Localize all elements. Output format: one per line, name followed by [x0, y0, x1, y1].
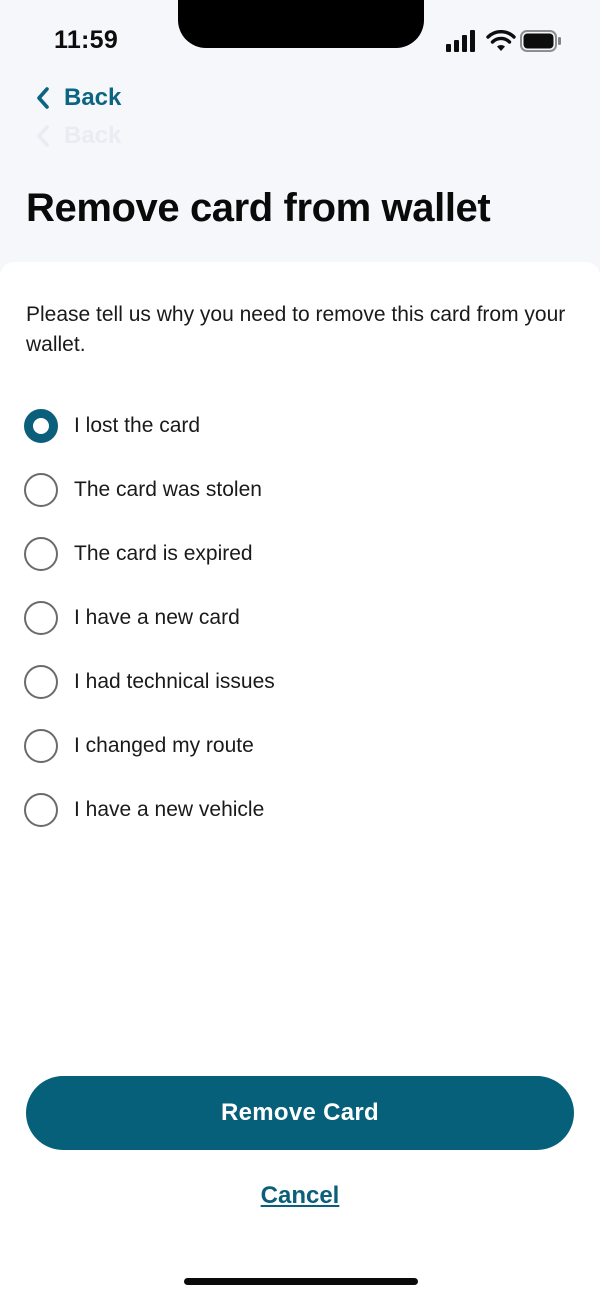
back-ghost-label: Back: [64, 122, 122, 149]
radio-button[interactable]: [24, 601, 58, 635]
back-button-ghost: Back: [36, 118, 121, 154]
cellular-signal-icon: [446, 30, 475, 52]
page-title: Remove card from wallet: [26, 186, 491, 230]
reason-option-label: I have a new vehicle: [74, 798, 265, 821]
radio-button[interactable]: [24, 793, 58, 827]
reason-option-label: I have a new card: [74, 606, 240, 629]
remove-card-button[interactable]: Remove Card: [26, 1076, 574, 1150]
home-indicator: [184, 1278, 418, 1285]
device-notch: [178, 0, 424, 48]
cancel-link[interactable]: Cancel: [0, 1182, 600, 1210]
content-panel: Please tell us why you need to remove th…: [0, 262, 600, 1299]
reason-option-new-card[interactable]: I have a new card: [24, 586, 574, 650]
status-time: 11:59: [54, 26, 119, 54]
reason-option-changed-route[interactable]: I changed my route: [24, 714, 574, 778]
radio-button[interactable]: [24, 729, 58, 763]
reason-option-expired[interactable]: The card is expired: [24, 522, 574, 586]
reason-option-label: The card was stolen: [74, 478, 262, 501]
radio-button[interactable]: [24, 537, 58, 571]
radio-button-selected[interactable]: [24, 409, 58, 443]
reason-option-stolen[interactable]: The card was stolen: [24, 458, 574, 522]
reason-option-label: I had technical issues: [74, 670, 275, 693]
back-button[interactable]: Back: [36, 80, 121, 116]
reason-option-label: I changed my route: [74, 734, 254, 757]
reason-option-label: I lost the card: [74, 414, 201, 437]
radio-button[interactable]: [24, 665, 58, 699]
radio-button[interactable]: [24, 473, 58, 507]
wifi-icon: [486, 30, 516, 51]
back-label: Back: [64, 84, 122, 111]
reason-option-label: The card is expired: [74, 542, 253, 565]
chevron-left-icon: [37, 87, 49, 109]
reason-option-technical-issues[interactable]: I had technical issues: [24, 650, 574, 714]
remove-card-screen: 11:59 Back Back Remove card from wallet …: [0, 0, 600, 1299]
reason-option-lost[interactable]: I lost the card: [24, 394, 574, 458]
removal-reason-prompt: Please tell us why you need to remove th…: [26, 303, 566, 356]
chevron-left-icon: [37, 125, 49, 147]
reason-option-new-vehicle[interactable]: I have a new vehicle: [24, 778, 574, 842]
removal-reason-options: I lost the card The card was stolen The …: [24, 394, 574, 842]
battery-icon: [520, 30, 561, 52]
status-bar: 11:59: [0, 0, 600, 80]
